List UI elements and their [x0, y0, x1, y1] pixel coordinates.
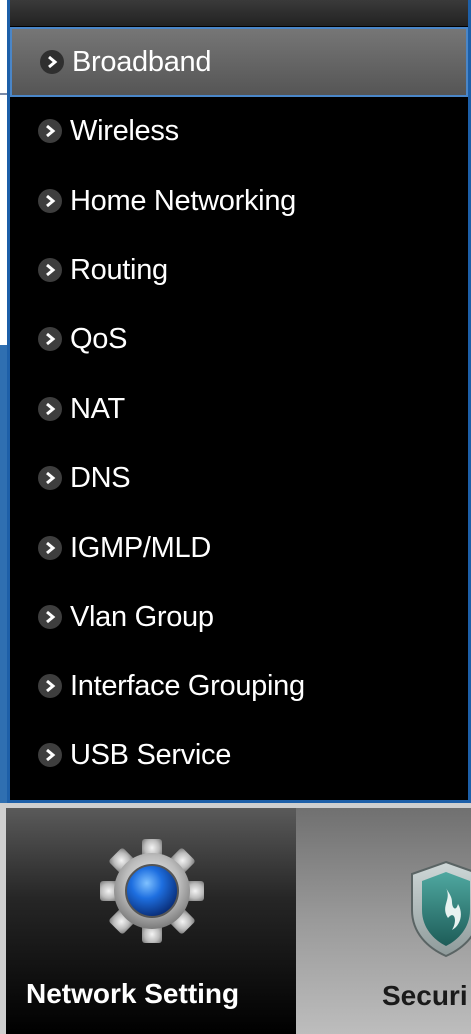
- chevron-right-icon: [38, 327, 62, 351]
- menu-item-label: Vlan Group: [70, 600, 214, 633]
- menu-item-routing[interactable]: Routing: [10, 236, 468, 304]
- chevron-right-icon: [38, 397, 62, 421]
- menu-item-label: Wireless: [70, 114, 179, 147]
- menu-item-label: QoS: [70, 322, 128, 355]
- tab-label: Securi: [382, 980, 468, 1011]
- menu-item-label: IGMP/MLD: [70, 531, 211, 564]
- menu-item-broadband[interactable]: Broadband: [10, 27, 468, 97]
- menu-item-wireless[interactable]: Wireless: [10, 97, 468, 165]
- chevron-right-icon: [38, 189, 62, 213]
- menu-item-vlan-group[interactable]: Vlan Group: [10, 583, 468, 651]
- menu-item-label: Interface Grouping: [70, 669, 305, 702]
- menu-item-nat[interactable]: NAT: [10, 375, 468, 443]
- chevron-right-icon: [38, 674, 62, 698]
- chevron-right-icon: [40, 50, 64, 74]
- chevron-right-icon: [38, 743, 62, 767]
- chevron-right-icon: [38, 119, 62, 143]
- menu-item-interface-grouping[interactable]: Interface Grouping: [10, 652, 468, 720]
- menu-top-bar: [10, 0, 468, 26]
- tab-label: Network Setting: [26, 978, 240, 1009]
- menu-item-label: Home Networking: [70, 184, 296, 217]
- menu-item-label: USB Service: [70, 738, 232, 771]
- network-setting-menu: Broadband Wireless Home Networking Routi…: [7, 0, 471, 803]
- chevron-right-icon: [38, 466, 62, 490]
- chevron-right-icon: [38, 536, 62, 560]
- menu-item-label: Broadband: [72, 45, 212, 78]
- menu-item-usb-service[interactable]: USB Service: [10, 721, 468, 789]
- chevron-right-icon: [38, 605, 62, 629]
- gear-icon: [100, 839, 204, 943]
- chevron-right-icon: [38, 258, 62, 282]
- tab-network-setting[interactable]: Network Setting: [6, 808, 296, 1034]
- menu-item-qos[interactable]: QoS: [10, 305, 468, 373]
- menu-item-dns[interactable]: DNS: [10, 444, 468, 512]
- menu-item-label: DNS: [70, 461, 131, 494]
- menu-item-igmp-mld[interactable]: IGMP/MLD: [10, 514, 468, 582]
- menu-item-label: NAT: [70, 392, 125, 425]
- shield-icon: [411, 860, 471, 958]
- menu-item-label: Routing: [70, 253, 168, 286]
- tab-security[interactable]: Securi: [296, 808, 471, 1034]
- menu-item-home-networking[interactable]: Home Networking: [10, 167, 468, 235]
